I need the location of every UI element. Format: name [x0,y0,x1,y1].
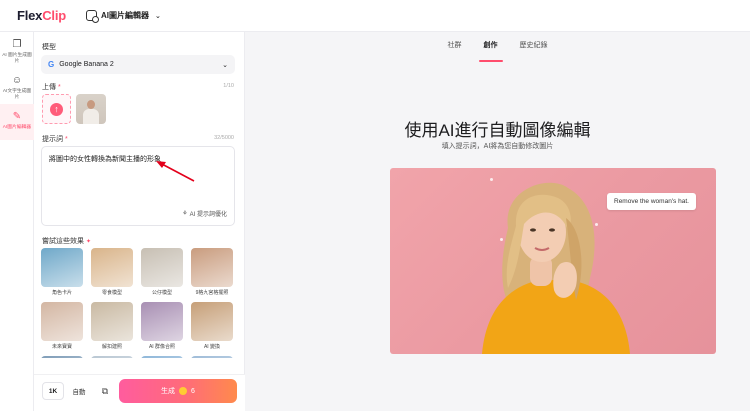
app-name: AI圖片編輯器 [100,11,149,20]
main-canvas: 社群 創作 歷史紀錄 使用AI進行自動圖像編輯 填入提示詞，AI將為您自動修改圖… [245,32,750,411]
annotation-arrow [156,161,195,182]
effect-card[interactable] [41,356,83,358]
chevron-down-icon: ⌄ [222,61,228,69]
effect-label: AI 變換 [203,344,221,350]
effect-thumbnail [141,302,183,341]
effect-card[interactable]: 9格九宮格擺照 [191,248,233,296]
prompt-enhance-button[interactable]: ⚘ AI 提示詞優化 [182,209,227,218]
effect-card[interactable]: 角色卡片 [41,248,83,296]
effect-label: 9格九宮格擺照 [195,290,229,296]
rail-item-image-editor[interactable]: ✎ AI圖片編輯器 [0,104,34,140]
effect-thumbnail [91,248,133,287]
aspect-ratio-icon[interactable]: ⧉ [96,382,114,400]
prompt-input[interactable]: 將圖中的女性轉換為新聞主播的形象 ⚘ AI 提示詞優化 [41,146,235,226]
effects-title: 嘗試這些效果 ✦ [42,238,91,245]
effect-card[interactable] [91,356,133,358]
effect-thumbnail [91,302,133,341]
effect-card[interactable] [141,356,183,358]
model-value: Google Banana 2 [59,61,114,68]
effect-card[interactable]: 零食模型 [91,248,133,296]
tab-create[interactable]: 創作 [478,40,503,62]
upload-button[interactable]: ↑ [42,94,71,124]
effect-label: 解扣建照 [101,344,122,350]
effect-thumbnail [141,356,183,358]
top-bar: FlexClip AI圖片編輯器 ⌄ [0,0,750,32]
rail-item-text-to-image[interactable]: ☺ AI文字生成圖片 [0,68,34,104]
tab-community[interactable]: 社群 [448,40,462,56]
example-prompt-tooltip: Remove the woman's hat. [607,193,696,210]
effect-label: 未來寶寶 [51,344,72,350]
effect-thumbnail [41,248,83,287]
google-icon: G [48,60,55,69]
upload-label: 上傳 * [42,84,61,91]
main-tabs: 社群 創作 歷史紀錄 [245,32,750,62]
effect-thumbnail [41,302,83,341]
effect-label: AI 群像合照 [148,344,176,350]
effect-thumbnail [191,356,233,358]
effect-thumbnail [191,248,233,287]
effect-card[interactable] [191,356,233,358]
effect-label: 公仔模型 [151,290,172,296]
example-image: Remove the woman's hat. [390,168,716,354]
prompt-label: 提示詞 * [42,136,68,143]
effect-card[interactable]: 公仔模型 [141,248,183,296]
effect-card[interactable]: 解扣建照 [91,302,133,350]
ratio-button[interactable]: 自動 [68,382,90,400]
effect-label: 零食模型 [101,290,122,296]
edit-image-icon: ✎ [12,111,22,122]
sparkle-icon: ✦ [85,239,91,245]
prompt-text: 將圖中的女性轉換為新聞主播的形象 [49,156,161,163]
generate-footer: 1K 自動 ⧉ 生成 6 [34,374,245,411]
upload-count: 1/10 [223,83,234,89]
flexclip-logo[interactable]: FlexClip [17,8,66,23]
effect-card[interactable]: 未來寶寶 [41,302,83,350]
effect-card[interactable]: AI 群像合照 [141,302,183,350]
page-subtitle: 填入提示詞，AI將為您自動修改圖片 [441,143,554,150]
upload-icon: ↑ [50,102,63,116]
effect-thumbnail [141,248,183,287]
effect-thumbnail [191,302,233,341]
text-image-icon: ☺ [11,75,23,86]
model-select[interactable]: G Google Banana 2 ⌄ [41,55,235,74]
app-switcher[interactable]: AI圖片編輯器 ⌄ [85,10,161,23]
resolution-button[interactable]: 1K [42,382,64,400]
effect-card[interactable]: AI 變換 [191,302,233,350]
model-label: 模型 [42,44,56,51]
settings-panel: 模型 G Google Banana 2 ⌄ 上傳 * 1/10 ↑ 提示詞 *… [34,32,278,411]
effect-thumbnail [41,356,83,358]
rail-item-image-to-image[interactable]: ❐ AI 圖片生成圖片 [0,32,34,68]
left-rail: ❐ AI 圖片生成圖片 ☺ AI文字生成圖片 ✎ AI圖片編輯器 [0,32,34,411]
chevron-down-icon: ⌄ [154,12,161,20]
effect-label: 角色卡片 [51,290,72,296]
coin-icon [179,387,188,395]
generate-button[interactable]: 生成 6 [119,379,237,403]
effects-grid: 角色卡片 零食模型 公仔模型 9格九宮格擺照未來寶寶 解扣建照 AI 群像合照 AI 變換 [41,248,237,358]
image-editor-icon [85,10,99,23]
effect-thumbnail [91,356,133,358]
prompt-count: 32/5000 [214,135,234,141]
magic-wand-icon: ⚘ [182,211,188,217]
images-icon: ❐ [12,39,22,50]
tab-history[interactable]: 歷史紀錄 [520,40,548,56]
page-title: 使用AI進行自動圖像編輯 [404,121,591,140]
uploaded-image-thumbnail[interactable] [76,94,106,124]
